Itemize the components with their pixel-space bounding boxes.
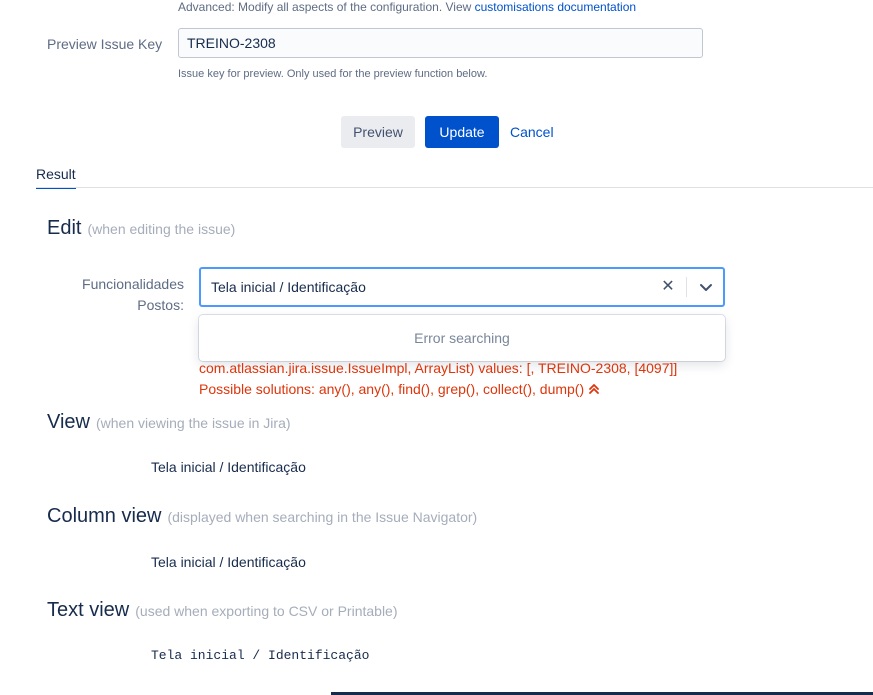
update-button[interactable]: Update [425, 116, 499, 148]
tab-divider [36, 187, 873, 188]
select-dropdown-menu: Error searching [199, 315, 725, 361]
text-view-subtitle: (used when exporting to CSV or Printable… [135, 603, 398, 619]
view-title: View [47, 411, 90, 433]
view-value: Tela inicial / Identificação [151, 459, 306, 475]
customisations-documentation-link[interactable]: customisations documentation [475, 0, 636, 14]
field-label-line-2: Postos: [137, 297, 184, 313]
preview-issue-key-label: Preview Issue Key [47, 36, 163, 52]
edit-heading: Edit (when editing the issue) [47, 217, 235, 240]
select-indicator-separator [686, 277, 687, 297]
column-view-subtitle: (displayed when searching in the Issue N… [167, 509, 478, 525]
error-message-line-1: com.atlassian.jira.issue.IssueImpl, Arra… [199, 360, 678, 376]
preview-issue-key-input[interactable] [178, 28, 703, 58]
config-help-prefix: Advanced: Modify all aspects of the conf… [178, 0, 475, 14]
select-selected-value: Tela inicial / Identificação [211, 279, 366, 295]
error-solutions-text: Possible solutions: any(), any(), find()… [199, 381, 585, 397]
column-view-heading: Column view (displayed when searching in … [47, 505, 477, 528]
edit-subtitle: (when editing the issue) [87, 221, 236, 237]
preview-button[interactable]: Preview [341, 116, 415, 148]
edit-title: Edit [47, 217, 82, 239]
column-view-title: Column view [47, 505, 162, 527]
tab-result[interactable]: Result [36, 166, 76, 189]
funcionalidades-postos-label: Funcionalidades Postos: [60, 274, 184, 316]
error-message-line-2: Possible solutions: any(), any(), find()… [199, 381, 600, 397]
text-view-title: Text view [47, 599, 130, 621]
column-view-value: Tela inicial / Identificação [151, 554, 306, 570]
funcionalidades-postos-select[interactable]: Tela inicial / Identificação ✕ [199, 267, 725, 307]
view-subtitle: (when viewing the issue in Jira) [96, 415, 291, 431]
clear-icon[interactable]: ✕ [658, 277, 678, 297]
double-chevron-up-icon[interactable] [588, 383, 600, 395]
text-view-heading: Text view (used when exporting to CSV or … [47, 599, 398, 622]
cancel-link[interactable]: Cancel [510, 124, 554, 140]
preview-issue-key-help: Issue key for preview. Only used for the… [178, 68, 488, 80]
text-view-value: Tela inicial / Identificação [151, 648, 370, 663]
chevron-down-icon[interactable] [696, 277, 716, 297]
field-label-line-1: Funcionalidades [82, 276, 184, 292]
view-heading: View (when viewing the issue in Jira) [47, 411, 291, 434]
config-help-text: Advanced: Modify all aspects of the conf… [178, 0, 636, 14]
